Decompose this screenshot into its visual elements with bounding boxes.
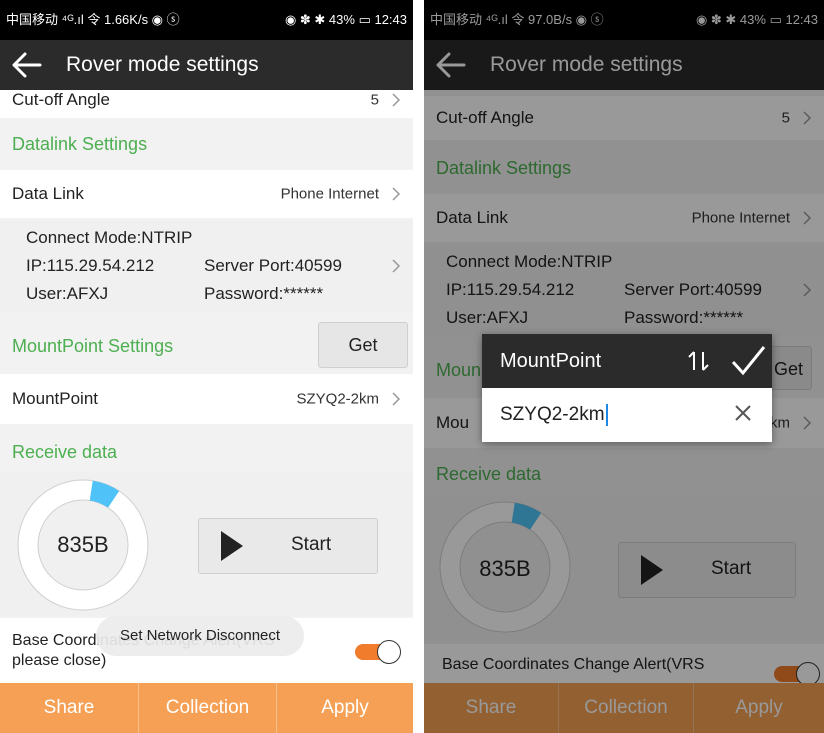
mountpoint-input[interactable]: SZYQ2-2km xyxy=(500,388,720,442)
bottom-bar: Share Collection Apply xyxy=(0,683,413,733)
data-link-value: Phone Internet xyxy=(280,185,379,203)
data-link-row[interactable]: Data Link Phone Internet xyxy=(0,170,413,218)
start-label: Start xyxy=(291,534,332,555)
toast-message: Set Network Disconnect xyxy=(96,616,305,656)
alert-label-line2: please close) xyxy=(12,652,107,669)
check-icon[interactable] xyxy=(730,344,766,378)
dialog-header: MountPoint xyxy=(482,334,772,388)
page-title: Rover mode settings xyxy=(66,53,259,76)
datalink-section-title: Datalink Settings xyxy=(12,134,148,154)
screen-divider xyxy=(413,0,424,733)
connect-mode: Connect Mode:NTRIP xyxy=(26,228,193,247)
dialog-title: MountPoint xyxy=(500,350,602,372)
base-coord-alert-toggle[interactable] xyxy=(355,640,401,664)
mountpoint-dialog: MountPoint SZYQ2-2km xyxy=(482,334,772,442)
connection-info[interactable]: Connect Mode:NTRIP IP:115.29.54.212 Serv… xyxy=(0,220,413,312)
chevron-right-icon xyxy=(392,187,401,201)
chevron-right-icon xyxy=(392,259,401,273)
chevron-right-icon xyxy=(392,392,401,406)
collection-button[interactable]: Collection xyxy=(139,683,277,733)
get-button[interactable]: Get xyxy=(318,322,408,368)
cutoff-angle-label: Cut-off Angle xyxy=(12,90,110,109)
text-cursor xyxy=(605,403,608,426)
ip-address: IP:115.29.54.212 xyxy=(26,256,155,275)
receive-area: 835B Start xyxy=(0,472,413,616)
server-port: Server Port:40599 xyxy=(204,256,342,275)
mountpoint-value: SZYQ2-2km xyxy=(296,390,379,408)
mountpoint-input-value: SZYQ2-2km xyxy=(500,404,605,425)
share-button[interactable]: Share xyxy=(0,683,139,733)
status-right: ◉ ✽ ✱ 43% ▭ 12:43 xyxy=(284,12,407,27)
password: Password:****** xyxy=(204,284,324,303)
status-left: 中国移动 ⁴ᴳ.ıl 令 1.66K/s ◉ ⓢ xyxy=(6,12,180,27)
receive-section-title: Receive data xyxy=(12,442,118,462)
close-icon[interactable] xyxy=(734,404,752,422)
play-icon xyxy=(221,531,243,561)
data-link-label: Data Link xyxy=(12,184,84,203)
cutoff-angle-value: 5 xyxy=(370,91,379,109)
mountpoint-section-title: MountPoint Settings xyxy=(12,336,174,356)
app-bar: Rover mode settings xyxy=(0,40,413,90)
apply-button[interactable]: Apply xyxy=(277,683,413,733)
status-bar: 中国移动 ⁴ᴳ.ıl 令 1.66K/s ◉ ⓢ ◉ ✽ ✱ 43% ▭ 12:… xyxy=(0,0,413,40)
user-name: User:AFXJ xyxy=(26,284,109,303)
sort-icon[interactable] xyxy=(686,348,712,374)
left-phone-screen: 中国移动 ⁴ᴳ.ıl 令 1.66K/s ◉ ⓢ ◉ ✽ ✱ 43% ▭ 12:… xyxy=(0,0,413,733)
right-phone-screen: 中国移动 ⁴ᴳ.ıl 令 97.0B/s ◉ ⓢ ◉ ✽ ✱ 43% ▭ 12:… xyxy=(424,0,824,733)
receive-bytes: 835B xyxy=(57,532,109,557)
back-arrow-icon[interactable] xyxy=(10,50,44,80)
start-button[interactable]: Start xyxy=(198,518,378,574)
chevron-right-icon xyxy=(392,93,401,107)
settings-list[interactable]: Cut-off Angle 5 Datalink Settings Data L… xyxy=(0,90,413,683)
toggle-knob xyxy=(377,640,401,664)
mountpoint-label: MountPoint xyxy=(12,389,98,408)
cutoff-angle-row[interactable]: Cut-off Angle 5 xyxy=(0,90,413,118)
mountpoint-row[interactable]: MountPoint SZYQ2-2km xyxy=(0,374,413,424)
